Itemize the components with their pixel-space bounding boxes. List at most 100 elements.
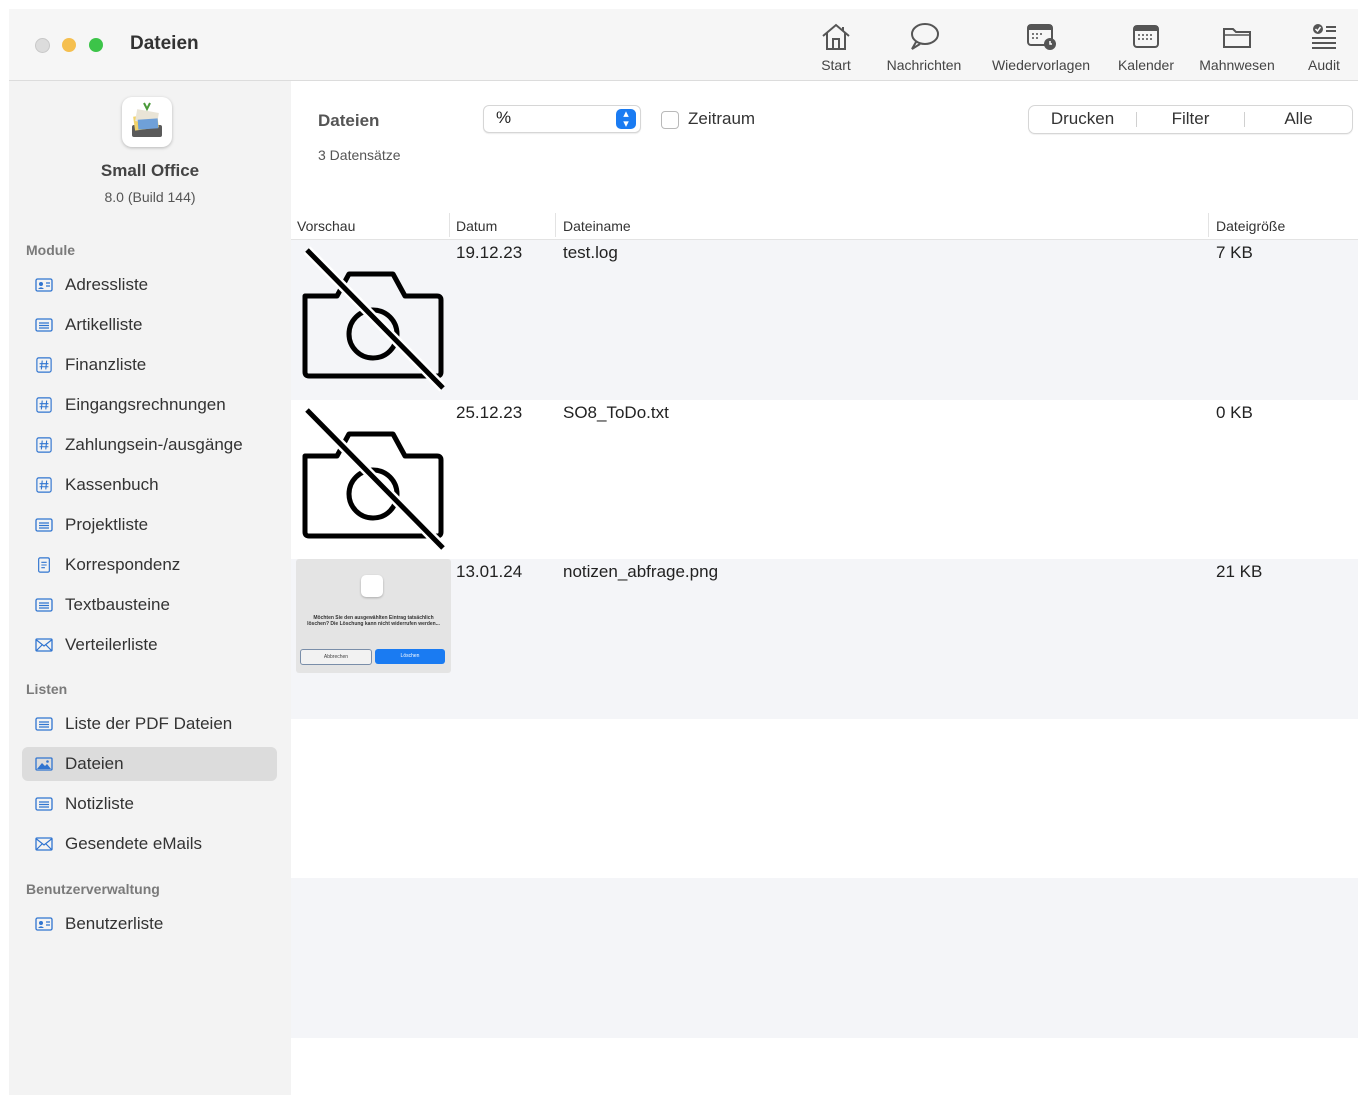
section-heading-module: Module <box>26 242 75 258</box>
action-segmented-control: Drucken Filter Alle <box>1028 105 1353 134</box>
sidebar-item-adressliste[interactable]: Adressliste <box>22 268 277 302</box>
no-preview-icon <box>302 406 445 552</box>
sidebar-item-label: Projektliste <box>65 515 149 534</box>
page-title: Dateien <box>318 111 380 130</box>
table-row[interactable]: 25.12.23 SO8_ToDo.txt 0 KB <box>291 400 1358 560</box>
record-count: 3 Datensätze <box>318 147 401 163</box>
zeitraum-label: Zeitraum <box>688 109 756 128</box>
main-content: Dateien 3 Datensätze % ▴ ▾ Zeitraum Druck… <box>291 81 1358 1095</box>
column-header-vorschau[interactable]: Vorschau <box>297 218 355 234</box>
column-separator <box>1208 213 1209 237</box>
drucken-button[interactable]: Drucken <box>1029 106 1136 133</box>
sidebar-item-label: Zahlungsein-/ausgänge <box>65 435 243 454</box>
toolbar-kalender-label: Kalender <box>1117 57 1175 73</box>
toolbar-start-button[interactable]: Start <box>809 21 863 73</box>
sidebar-item-kassenbuch[interactable]: Kassenbuch <box>22 468 277 502</box>
sidebar-item-label: Verteilerliste <box>65 635 158 654</box>
sidebar-item-finanzliste[interactable]: Finanzliste <box>22 348 277 382</box>
sidebar-item-notizliste[interactable]: Notizliste <box>22 787 277 821</box>
search-select[interactable]: % ▴ ▾ <box>483 105 641 133</box>
sidebar-item-projektliste[interactable]: Projektliste <box>22 508 277 542</box>
calendar-icon <box>1133 25 1159 48</box>
list-icon <box>35 518 53 532</box>
document-icon <box>38 557 50 573</box>
empty-row <box>291 878 1358 1038</box>
cell-datum: 25.12.23 <box>456 403 523 422</box>
envelope-icon <box>35 837 53 851</box>
house-icon <box>822 23 850 50</box>
empty-row <box>291 719 1358 879</box>
hash-icon <box>36 357 52 373</box>
sidebar-item-label: Benutzerliste <box>65 914 164 933</box>
app-logo-icon <box>361 575 383 597</box>
cell-dateiname: SO8_ToDo.txt <box>563 403 669 422</box>
sidebar-item-korrespondenz[interactable]: Korrespondenz <box>22 548 277 582</box>
hash-icon <box>36 437 52 453</box>
toolbar-wiedervorlagen-button[interactable]: Wiedervorlagen <box>984 21 1098 73</box>
zeitraum-checkbox[interactable] <box>661 111 679 129</box>
thumbnail-cancel-button: Abbrechen <box>300 649 372 665</box>
cell-dateiname: test.log <box>563 243 618 262</box>
sidebar-item-benutzerliste[interactable]: Benutzerliste <box>22 907 277 941</box>
cell-dateigroesse: 21 KB <box>1216 562 1263 581</box>
list-icon <box>35 598 53 612</box>
close-window-button[interactable] <box>35 38 50 53</box>
sidebar-item-textbausteine[interactable]: Textbausteine <box>22 588 277 622</box>
address-card-icon <box>35 278 53 292</box>
toolbar-kalender-button[interactable]: Kalender <box>1111 21 1181 73</box>
alle-button[interactable]: Alle <box>1245 106 1352 133</box>
column-header-dateiname[interactable]: Dateiname <box>563 218 631 234</box>
maximize-window-button[interactable] <box>89 38 103 52</box>
sidebar-item-zahlungsein-ausgaenge[interactable]: Zahlungsein-/ausgänge <box>22 428 277 462</box>
cell-datum: 19.12.23 <box>456 243 523 262</box>
sidebar-item-label: Kassenbuch <box>65 475 159 494</box>
sidebar-item-eingangsrechnungen[interactable]: Eingangsrechnungen <box>22 388 277 422</box>
column-header-dateigroesse[interactable]: Dateigröße <box>1216 218 1285 234</box>
toolbar-nachrichten-button[interactable]: Nachrichten <box>877 21 971 73</box>
cell-dateigroesse: 0 KB <box>1216 403 1253 422</box>
sidebar-item-label: Gesendete eMails <box>65 834 203 853</box>
column-separator <box>555 213 556 237</box>
sidebar-item-artikelliste[interactable]: Artikelliste <box>22 308 277 342</box>
sidebar-item-label: Adressliste <box>65 275 149 294</box>
image-icon <box>35 757 53 771</box>
cell-datum: 13.01.24 <box>456 562 523 581</box>
section-heading-listen: Listen <box>26 681 68 697</box>
no-preview-icon <box>302 246 445 392</box>
toolbar-audit-button[interactable]: Audit <box>1299 21 1349 73</box>
minimize-window-button[interactable] <box>62 38 76 52</box>
list-icon <box>35 797 53 811</box>
sidebar-item-label: Korrespondenz <box>65 555 181 574</box>
sidebar-item-label: Finanzliste <box>65 355 147 374</box>
cell-dateigroesse: 7 KB <box>1216 243 1253 262</box>
toolbar-start-label: Start <box>821 57 851 73</box>
sidebar-item-pdf-dateien[interactable]: Liste der PDF Dateien <box>22 707 277 741</box>
window-title: Dateien <box>130 33 199 54</box>
column-header-datum[interactable]: Datum <box>456 218 497 234</box>
toolbar-mahnwesen-label: Mahnwesen <box>1199 57 1275 73</box>
hash-icon <box>36 397 52 413</box>
sidebar-item-gesendete-emails[interactable]: Gesendete eMails <box>22 827 277 861</box>
app-window: Dateien Start Nachrichten Wiedervorlagen… <box>9 9 1358 1095</box>
calendar-clock-icon <box>1027 24 1056 50</box>
toolbar-nachrichten-label: Nachrichten <box>886 57 962 73</box>
title-bar: Dateien Start Nachrichten Wiedervorlagen… <box>9 9 1358 81</box>
sidebar-item-dateien[interactable]: Dateien <box>22 747 277 781</box>
app-logo-icon <box>132 102 162 137</box>
sidebar-item-label: Dateien <box>65 754 124 773</box>
sidebar-item-label: Artikelliste <box>65 315 143 334</box>
filter-button[interactable]: Filter <box>1137 106 1244 133</box>
app-logo <box>122 97 172 147</box>
sidebar-item-label: Notizliste <box>65 794 134 813</box>
toolbar-audit-label: Audit <box>1308 57 1340 73</box>
address-card-icon <box>35 917 53 931</box>
toolbar-mahnwesen-button[interactable]: Mahnwesen <box>1192 21 1282 73</box>
thumbnail-message: Möchten Sie den ausgewählten Eintrag tat… <box>307 615 440 627</box>
screenshot-thumbnail: Möchten Sie den ausgewählten Eintrag tat… <box>296 559 451 673</box>
table-row[interactable]: Möchten Sie den ausgewählten Eintrag tat… <box>291 559 1358 719</box>
table-row[interactable]: 19.12.23 test.log 7 KB <box>291 240 1358 400</box>
sidebar-item-verteilerliste[interactable]: Verteilerliste <box>22 628 277 662</box>
sidebar-item-label: Textbausteine <box>65 595 170 614</box>
checklist-icon <box>1312 24 1336 49</box>
hash-icon <box>36 477 52 493</box>
